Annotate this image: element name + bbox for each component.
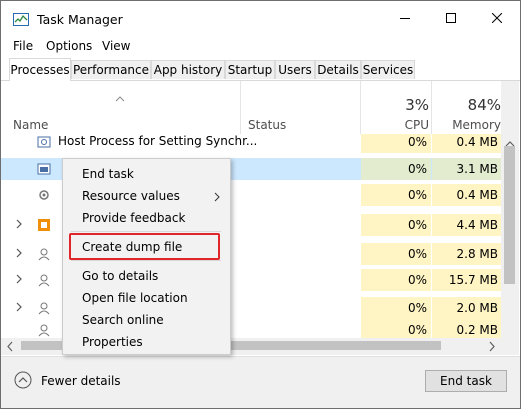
chevron-right-icon[interactable] xyxy=(16,219,22,229)
menu-item-resource-values[interactable]: Resource values xyxy=(82,189,180,203)
window-title: Task Manager xyxy=(37,12,123,27)
memory-cell: 0.4 MB xyxy=(432,134,501,153)
submenu-arrow-icon xyxy=(214,192,220,202)
memory-value: 2.8 MB xyxy=(456,247,498,261)
cpu-cell: 0% xyxy=(361,269,431,291)
memory-cell: 2.0 MB xyxy=(432,297,501,319)
memory-cell: 2.8 MB xyxy=(432,243,501,265)
memory-value: 4.4 MB xyxy=(456,218,498,232)
chevron-right-icon[interactable] xyxy=(16,274,22,284)
task-manager-window: Task Manager File Options View Processes… xyxy=(0,0,521,409)
menu-item-open-file-location[interactable]: Open file location xyxy=(82,291,188,305)
memory-value: 0.4 MB xyxy=(456,188,498,202)
menu-file[interactable]: File xyxy=(13,39,33,53)
cpu-cell: 0% xyxy=(361,319,431,338)
menu-item-go-to-details[interactable]: Go to details xyxy=(82,269,158,283)
scroll-right-icon[interactable] xyxy=(485,338,499,355)
column-name[interactable]: Name xyxy=(13,118,48,132)
menu-separator xyxy=(71,231,221,232)
cpu-value: 0% xyxy=(407,135,427,149)
tab-details[interactable]: Details xyxy=(315,60,361,79)
column-header: Name Status 3% CPU 84% Memory xyxy=(1,81,501,134)
chevron-up-circle-icon[interactable] xyxy=(14,371,32,389)
memory-value: 0.4 MB xyxy=(456,135,498,149)
minimize-icon xyxy=(400,18,410,19)
menu-item-properties[interactable]: Properties xyxy=(82,335,143,349)
gear-window-icon xyxy=(37,136,51,148)
tab-app-history[interactable]: App history xyxy=(151,60,225,79)
vertical-scroll-thumb[interactable] xyxy=(504,146,515,284)
memory-cell: 0.4 MB xyxy=(432,184,501,206)
chevron-right-icon[interactable] xyxy=(16,248,22,258)
maximize-button[interactable] xyxy=(428,1,474,35)
menu-view[interactable]: View xyxy=(102,39,130,53)
process-name: Host Process for Setting Synchr... xyxy=(58,134,258,148)
scrollbar-corner xyxy=(501,338,519,355)
cpu-value: 0% xyxy=(407,301,427,315)
memory-cell: 15.7 MB xyxy=(432,269,501,291)
fewer-details-link[interactable]: Fewer details xyxy=(41,374,121,388)
memory-cell: 4.4 MB xyxy=(432,214,501,236)
cpu-cell: 0% xyxy=(361,214,431,236)
close-button[interactable] xyxy=(474,1,520,35)
tab-services[interactable]: Services xyxy=(361,60,415,79)
chevron-right-icon[interactable] xyxy=(16,302,22,312)
maximize-icon xyxy=(446,13,456,23)
orange-app-icon xyxy=(38,219,50,231)
cpu-value: 0% xyxy=(407,323,427,337)
highlight-box xyxy=(69,233,220,260)
service-gear-icon xyxy=(39,190,49,200)
memory-value: 15.7 MB xyxy=(448,273,498,287)
column-separator xyxy=(431,81,432,134)
scroll-left-icon[interactable] xyxy=(3,338,17,355)
cpu-value: 0% xyxy=(407,247,427,261)
memory-value: 3.1 MB xyxy=(456,162,498,176)
task-manager-icon xyxy=(13,13,29,26)
cpu-value: 0% xyxy=(407,273,427,287)
user-icon xyxy=(38,248,50,261)
column-separator xyxy=(240,81,241,134)
window-icon xyxy=(37,163,51,175)
minimize-button[interactable] xyxy=(382,1,428,35)
sort-arrow-icon xyxy=(115,96,125,102)
menu-bar: File Options View xyxy=(1,36,520,56)
memory-total: 84% xyxy=(467,96,501,114)
context-menu: End task Resource values Provide feedbac… xyxy=(62,158,231,355)
footer: Fewer details End task xyxy=(1,356,520,408)
end-task-button[interactable]: End task xyxy=(425,370,507,392)
title-bar[interactable]: Task Manager xyxy=(1,1,520,35)
menu-item-end-task[interactable]: End task xyxy=(82,167,134,181)
column-memory[interactable]: Memory xyxy=(452,118,501,132)
close-icon xyxy=(492,13,502,23)
user-icon xyxy=(38,302,50,315)
tab-strip: Processes Performance App history Startu… xyxy=(1,58,520,81)
menu-item-provide-feedback[interactable]: Provide feedback xyxy=(82,211,185,225)
column-separator xyxy=(360,81,361,134)
memory-value: 2.0 MB xyxy=(456,301,498,315)
tab-processes[interactable]: Processes xyxy=(9,58,71,81)
cpu-cell: 0% xyxy=(361,243,431,265)
table-row[interactable]: Host Process for Setting Synchr... 0% 0.… xyxy=(1,134,501,153)
cpu-value: 0% xyxy=(407,162,427,176)
cpu-cell: 0% xyxy=(361,297,431,319)
column-cpu[interactable]: CPU xyxy=(405,118,429,132)
menu-item-search-online[interactable]: Search online xyxy=(82,313,164,327)
user-icon xyxy=(38,274,50,287)
tab-performance[interactable]: Performance xyxy=(71,60,151,79)
menu-options[interactable]: Options xyxy=(46,39,92,53)
tab-users[interactable]: Users xyxy=(275,60,315,79)
cpu-cell: 0% xyxy=(361,158,431,180)
cpu-cell: 0% xyxy=(361,134,431,153)
cpu-value: 0% xyxy=(407,218,427,232)
cpu-value: 0% xyxy=(407,188,427,202)
memory-value: 0.2 MB xyxy=(456,323,498,337)
cpu-cell: 0% xyxy=(361,184,431,206)
memory-cell: 3.1 MB xyxy=(432,158,501,180)
menu-separator xyxy=(71,260,221,261)
cpu-total: 3% xyxy=(405,96,429,114)
tab-startup[interactable]: Startup xyxy=(225,60,275,79)
user-icon xyxy=(38,324,50,337)
memory-cell: 0.2 MB xyxy=(432,319,501,338)
column-status[interactable]: Status xyxy=(248,118,286,132)
